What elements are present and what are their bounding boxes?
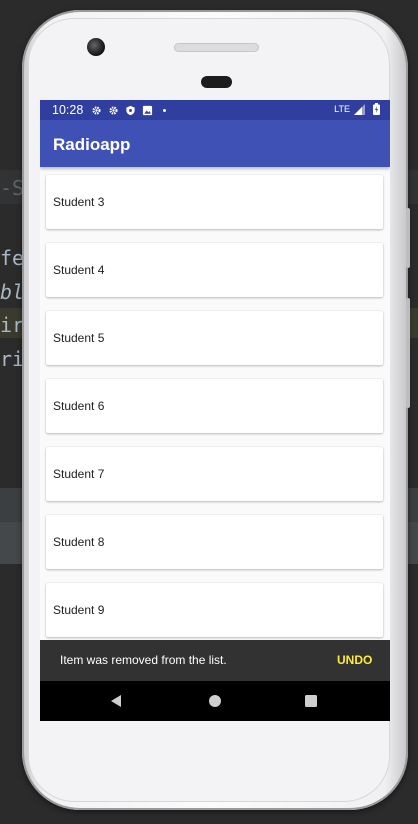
gear-icon bbox=[92, 105, 101, 115]
list-item[interactable]: Student 4 bbox=[46, 243, 383, 297]
dot-icon bbox=[163, 108, 166, 112]
power-button[interactable] bbox=[406, 208, 410, 268]
network-type: LTE bbox=[334, 104, 350, 114]
snackbar: Item was removed from the list. UNDO bbox=[40, 640, 390, 681]
app-bar: Radioapp bbox=[40, 120, 390, 167]
back-button[interactable] bbox=[91, 681, 141, 721]
list-item-label: Student 6 bbox=[53, 399, 105, 413]
ide-fragment: ir bbox=[0, 313, 25, 337]
list-item[interactable]: Student 3 bbox=[46, 175, 383, 229]
ide-fragment: ri bbox=[0, 347, 25, 371]
list-item-label: Student 7 bbox=[53, 467, 105, 481]
battery-icon bbox=[373, 103, 380, 115]
earpiece bbox=[201, 76, 232, 88]
status-bar: 10:28 LTE bbox=[40, 100, 390, 120]
list-item-label: Student 8 bbox=[53, 535, 105, 549]
home-icon bbox=[209, 695, 221, 707]
recents-button[interactable] bbox=[286, 681, 336, 721]
list-item-label: Student 4 bbox=[53, 263, 105, 277]
volume-button[interactable] bbox=[406, 298, 410, 408]
list-item[interactable]: Student 9 bbox=[46, 583, 383, 637]
recents-icon bbox=[305, 695, 317, 707]
list-item[interactable]: Student 6 bbox=[46, 379, 383, 433]
status-system-icons: LTE bbox=[334, 103, 380, 115]
phone-screen: 10:28 LTE Radioapp Student 3 Student 4 S… bbox=[40, 100, 390, 721]
list-item[interactable]: Student 7 bbox=[46, 447, 383, 501]
app-title: Radioapp bbox=[53, 135, 131, 154]
ide-fragment: bl bbox=[0, 280, 25, 304]
student-list[interactable]: Student 3 Student 4 Student 5 Student 6 … bbox=[40, 167, 390, 640]
signal-icon bbox=[354, 103, 365, 115]
undo-button[interactable]: UNDO bbox=[337, 653, 372, 667]
list-item-label: Student 3 bbox=[53, 195, 105, 209]
list-item-label: Student 9 bbox=[53, 603, 105, 617]
front-camera bbox=[87, 38, 105, 56]
status-time: 10:28 bbox=[52, 103, 84, 117]
list-item[interactable]: Student 8 bbox=[46, 515, 383, 569]
home-button[interactable] bbox=[190, 681, 240, 721]
ide-fragment: fe bbox=[0, 246, 25, 270]
gear-icon bbox=[109, 105, 118, 115]
navigation-bar bbox=[40, 681, 390, 721]
status-notification-icons bbox=[91, 102, 170, 118]
shield-icon bbox=[126, 105, 135, 115]
back-icon bbox=[111, 695, 121, 707]
snackbar-message: Item was removed from the list. bbox=[60, 653, 227, 667]
list-item[interactable]: Student 5 bbox=[46, 311, 383, 365]
top-speaker-grille bbox=[174, 43, 259, 52]
list-item-label: Student 5 bbox=[53, 331, 105, 345]
image-icon bbox=[142, 105, 153, 115]
